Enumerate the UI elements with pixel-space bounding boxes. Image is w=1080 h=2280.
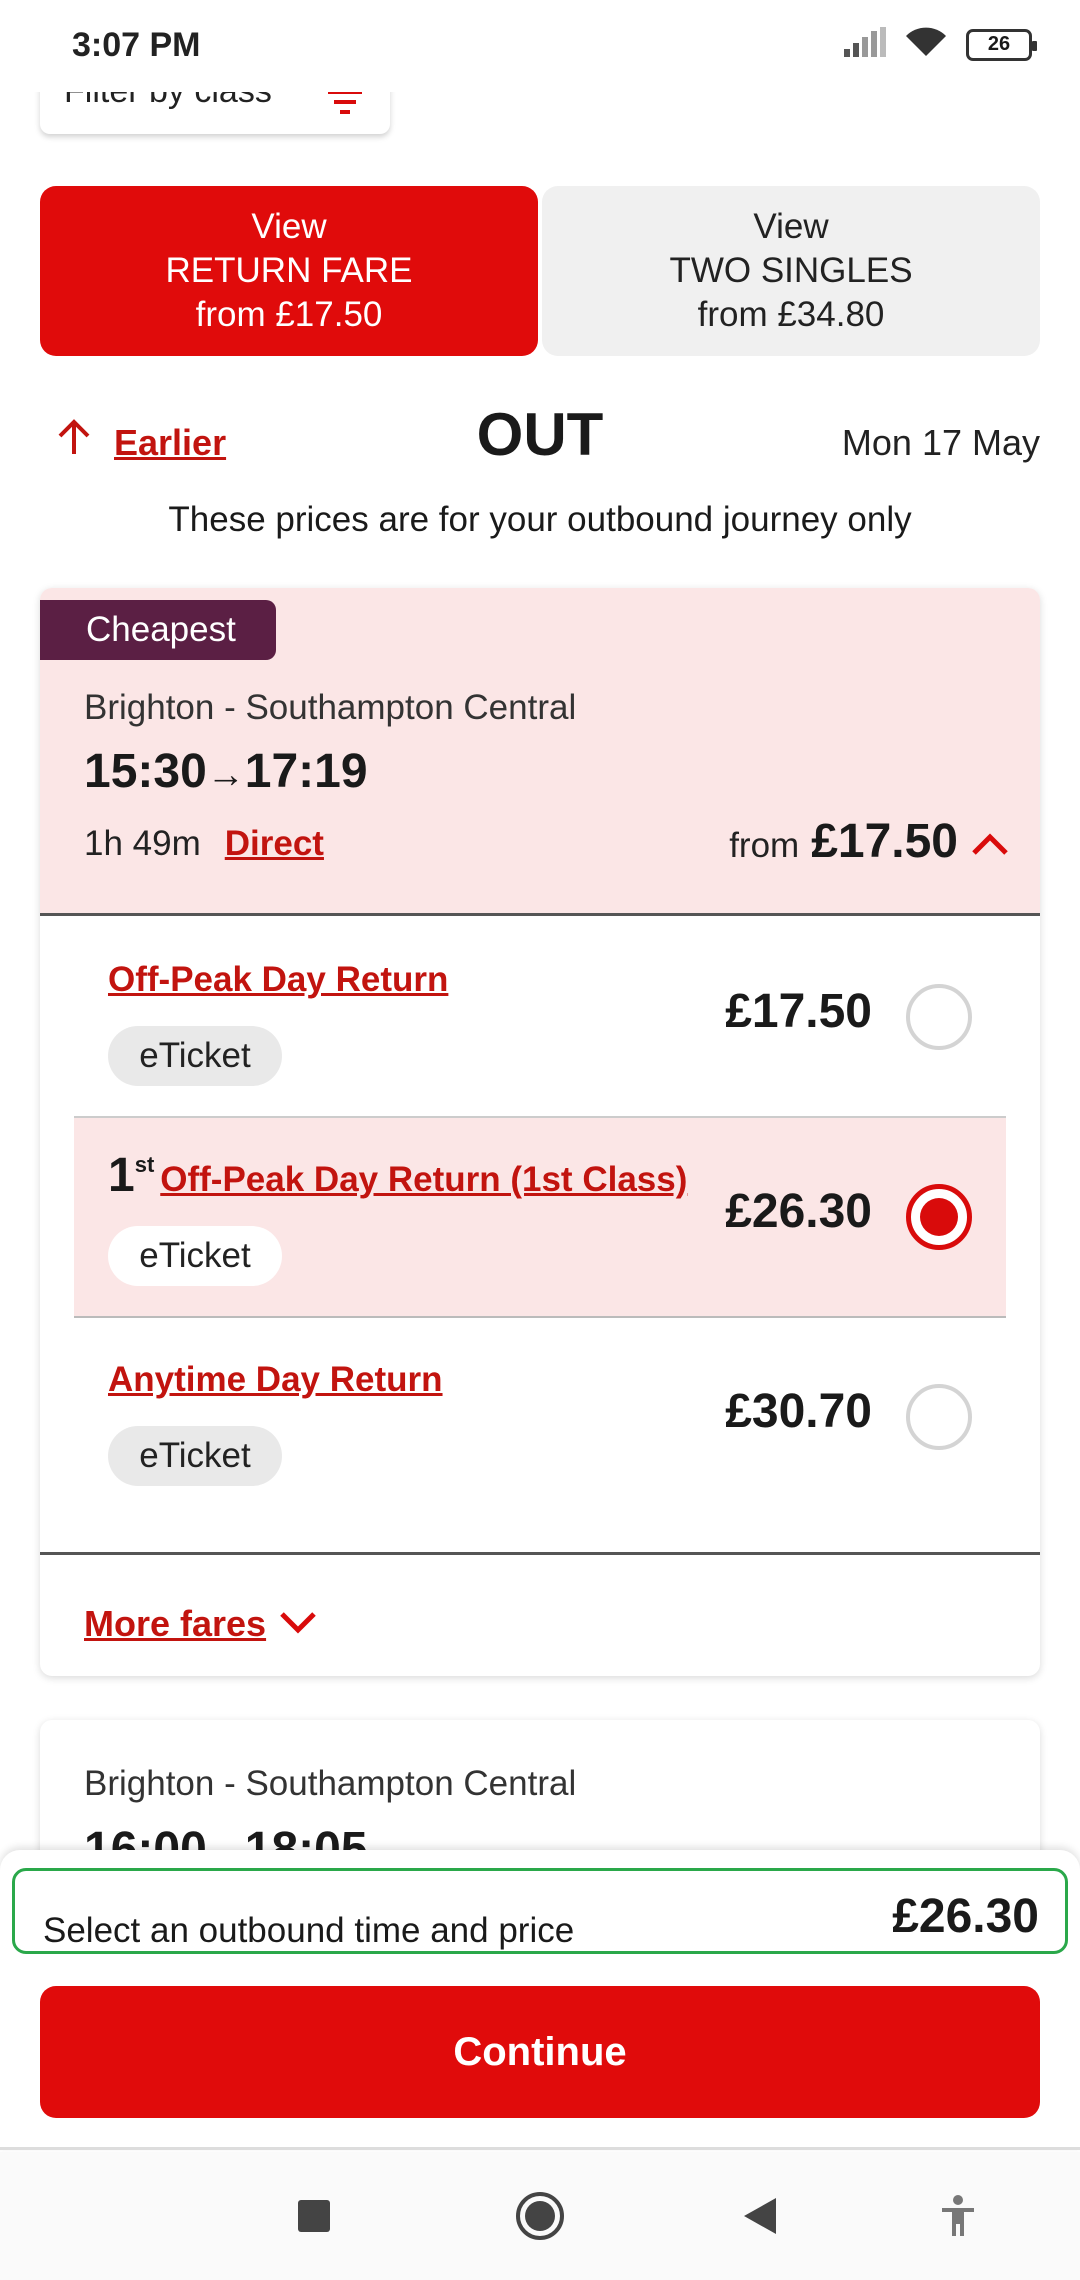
fare-option-selected[interactable]: 1st Off-Peak Day Return (1st Class) eTick… (74, 1118, 1006, 1318)
chevron-down-icon (278, 1603, 318, 1645)
fare-name-link[interactable]: Anytime Day Return (108, 1360, 443, 1400)
recent-apps-icon[interactable] (296, 2198, 332, 2239)
fare-radio[interactable] (906, 1384, 972, 1450)
summary-price: £26.30 (892, 1890, 1039, 1943)
card-footer: More fares (40, 1552, 1040, 1676)
earlier-link[interactable]: Earlier (54, 418, 226, 467)
accessibility-icon[interactable] (938, 2194, 978, 2243)
battery-icon: 26 (966, 28, 1037, 61)
journey-date: Mon 17 May (841, 422, 1040, 463)
more-fares-link[interactable]: More fares (84, 1603, 318, 1645)
eticket-badge: eTicket (108, 1426, 282, 1486)
fare-type-toggle: View RETURN FARE from £17.50 View TWO SI… (40, 186, 1040, 356)
fare-price: £17.50 (725, 985, 872, 1038)
cheapest-badge: Cheapest (40, 600, 276, 660)
singles-line3: from £34.80 (697, 295, 885, 334)
bottom-sheet: Select an outbound time and price £26.30… (0, 1850, 1080, 2150)
return-line1: View (251, 207, 327, 246)
fare-name-link[interactable]: Off-Peak Day Return (1st Class) (160, 1160, 687, 1199)
more-fares-label: More fares (84, 1603, 267, 1644)
eticket-badge: eTicket (108, 1026, 282, 1086)
fare-name-link[interactable]: Off-Peak Day Return (108, 960, 448, 1000)
fare-radio[interactable] (906, 984, 972, 1050)
view-return-fare-button[interactable]: View RETURN FARE from £17.50 (40, 186, 538, 356)
fare-radio-selected[interactable] (906, 1184, 972, 1250)
journey-card: Cheapest Brighton - Southampton Central … (40, 588, 1040, 1676)
fare-price: £30.70 (725, 1385, 872, 1438)
summary-text: Select an outbound time and price (43, 1911, 575, 1950)
arrow-right-icon: → (206, 754, 245, 796)
outbound-note: These prices are for your outbound journ… (168, 500, 912, 539)
journey-route: Brighton - Southampton Central (84, 1764, 577, 1803)
fare-option[interactable]: Anytime Day Return eTicket £30.70 (74, 1318, 1006, 1518)
signal-icon (844, 27, 886, 62)
arrow-up-icon (54, 418, 94, 467)
status-time: 3:07 PM (72, 26, 201, 64)
first-class-icon: 1st (108, 1148, 154, 1203)
status-bar: 3:07 PM 26 (0, 0, 1080, 92)
fare-option[interactable]: Off-Peak Day Return eTicket £17.50 (74, 918, 1006, 1118)
home-icon[interactable] (514, 2190, 566, 2247)
singles-line1: View (753, 207, 829, 246)
selection-summary: Select an outbound time and price £26.30 (12, 1868, 1068, 1954)
journey-duration: 1h 49m (84, 824, 201, 863)
continue-button[interactable]: Continue (40, 1986, 1040, 2118)
status-icons: 26 (844, 26, 1037, 63)
return-line2: RETURN FARE (165, 251, 413, 290)
wifi-icon (904, 26, 948, 63)
first-class-suffix: st (134, 1152, 155, 1177)
return-line3: from £17.50 (195, 295, 383, 334)
direct-link[interactable]: Direct (225, 824, 324, 864)
from-price-value: £17.50 (811, 815, 958, 868)
eticket-badge: eTicket (108, 1226, 282, 1286)
singles-line2: TWO SINGLES (669, 251, 913, 290)
earlier-label: Earlier (114, 421, 227, 463)
fare-price: £26.30 (725, 1185, 872, 1238)
journey-summary[interactable]: Cheapest Brighton - Southampton Central … (40, 588, 1040, 916)
chevron-up-icon[interactable] (970, 829, 1010, 862)
system-nav-bar (0, 2152, 1080, 2280)
first-class-number: 1 (108, 1149, 135, 1202)
out-header: OUT Earlier Mon 17 May (40, 400, 1040, 480)
arrive-time: 17:19 (244, 745, 368, 798)
journey-details: 1h 49m Direct (84, 824, 324, 864)
depart-time: 15:30 (84, 745, 207, 798)
journey-route: Brighton - Southampton Central (84, 688, 577, 727)
journey-times: 15:30→17:19 (84, 744, 368, 799)
from-price: from £17.50 (729, 814, 1010, 869)
view-two-singles-button[interactable]: View TWO SINGLES from £34.80 (542, 186, 1040, 356)
back-icon[interactable] (742, 2196, 778, 2241)
fare-name-row: 1st Off-Peak Day Return (1st Class) (108, 1148, 687, 1203)
from-label: from (729, 826, 800, 865)
